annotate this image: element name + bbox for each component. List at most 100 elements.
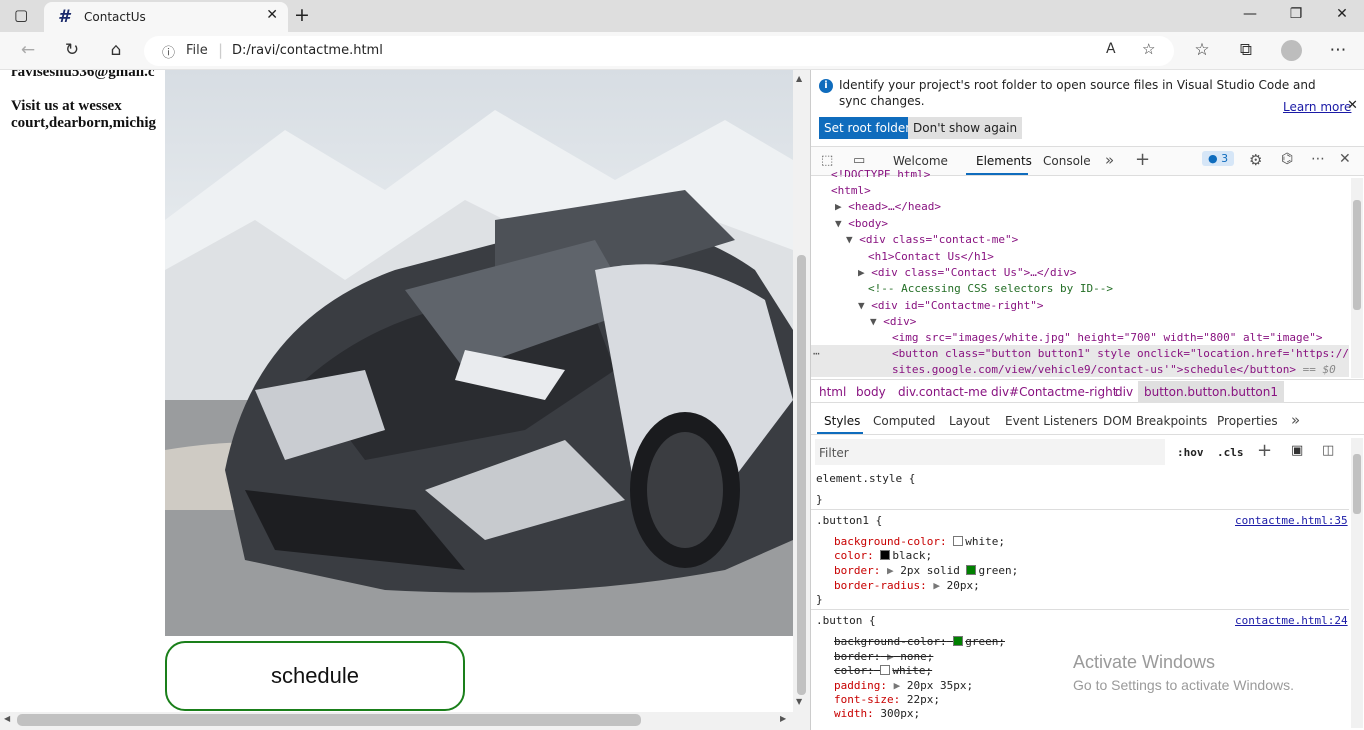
dont-show-again-button[interactable]: Don't show again <box>908 117 1023 139</box>
scroll-up-icon[interactable]: ▲ <box>796 74 802 83</box>
prop-bg-color[interactable]: background-color: white; <box>834 535 1005 548</box>
new-tab-icon[interactable]: + <box>294 4 310 26</box>
crumb-button[interactable]: button.button.button1 <box>1138 381 1285 403</box>
paint-icon[interactable]: ▣ <box>1291 443 1303 458</box>
scroll-right-icon[interactable]: ▶ <box>780 714 786 723</box>
close-tab-icon[interactable]: ✕ <box>266 7 278 23</box>
more-menu-icon[interactable]: ⋯ <box>1323 40 1353 60</box>
address-bar[interactable]: ⓘ File | D:/ravi/contactme.html A ☆ <box>144 36 1174 66</box>
learn-more-link[interactable]: Learn more <box>1283 100 1351 114</box>
dom-line-button-cont[interactable]: sites.google.com/view/vehicle9/contact-u… <box>892 363 1336 376</box>
filter-input[interactable] <box>815 439 1165 465</box>
dom-ellipsis-icon[interactable]: ⋯ <box>813 347 820 360</box>
refresh-icon[interactable]: ↻ <box>57 40 87 60</box>
crumb-html[interactable]: html <box>819 385 846 399</box>
crumb-div-right[interactable]: div#Contactme-right <box>991 385 1117 399</box>
tab-elements[interactable]: Elements <box>976 154 1032 168</box>
rule-button-source[interactable]: contactme.html:24 <box>1235 614 1348 627</box>
subtab-styles[interactable]: Styles <box>824 414 860 428</box>
dom-line-head[interactable]: ▶ <head>…</head> <box>835 200 941 213</box>
dom-line-doctype[interactable]: <!DOCTYPE html> <box>831 168 930 177</box>
dom-line-div-contactus[interactable]: ▶ <div class="Contact Us">…</div> <box>858 266 1077 279</box>
connect-icon[interactable]: ⌬ <box>1281 151 1293 167</box>
prop-bg-green-overridden[interactable]: background-color: green; <box>834 635 1005 648</box>
element-style-selector[interactable]: element.style { <box>816 472 915 485</box>
banner-close-icon[interactable]: ✕ <box>1347 98 1358 113</box>
profile-avatar[interactable] <box>1281 40 1302 61</box>
dom-line-comment[interactable]: <!-- Accessing CSS selectors by ID--> <box>868 282 1113 295</box>
subtab-event-listeners[interactable]: Event Listeners <box>1005 414 1098 428</box>
prop-color[interactable]: color: black; <box>834 549 932 562</box>
dom-line-body[interactable]: ▼ <body> <box>835 217 888 230</box>
white-swatch-2[interactable] <box>880 665 891 675</box>
inspect-element-icon[interactable]: ⬚ <box>821 153 833 168</box>
hov-toggle[interactable]: :hov <box>1177 446 1204 459</box>
prop-color-white-overridden[interactable]: color: white; <box>834 664 932 677</box>
dom-line-div-contact[interactable]: ▼ <div class="contact-me"> <box>846 233 1018 246</box>
tab-welcome[interactable]: Welcome <box>893 154 948 168</box>
read-aloud-icon[interactable]: A <box>1106 41 1116 57</box>
dom-line-h1[interactable]: <h1>Contact Us</h1> <box>868 250 994 263</box>
favorites-icon[interactable]: ☆ <box>1187 40 1217 60</box>
restore-icon[interactable]: ❐ <box>1273 6 1319 22</box>
new-rule-icon[interactable]: + <box>1257 440 1272 461</box>
watermark-title: Activate Windows <box>1073 652 1216 672</box>
page-horizontal-scroll-thumb[interactable] <box>17 714 641 726</box>
prop-border[interactable]: border: ▶ 2px solid green; <box>834 564 1018 577</box>
scroll-left-icon[interactable]: ◀ <box>4 714 10 723</box>
set-root-folder-button[interactable]: Set root folder <box>819 117 916 139</box>
browser-tab[interactable]: # ContactUs ✕ <box>44 2 288 32</box>
prop-font-size[interactable]: font-size: 22px; <box>834 693 940 706</box>
collections-icon[interactable]: ⧉ <box>1231 40 1261 60</box>
info-icon[interactable]: ⓘ <box>162 42 175 61</box>
prop-border-radius[interactable]: border-radius: ▶ 20px; <box>834 579 980 592</box>
dom-line-button[interactable]: <button class="button button1" style onc… <box>892 347 1349 360</box>
subtab-layout[interactable]: Layout <box>949 414 990 428</box>
banner-text-1: Identify your project's root folder to o… <box>839 78 1316 92</box>
dom-line-div[interactable]: ▼ <div> <box>870 315 916 328</box>
issues-badge[interactable]: ● 3 <box>1202 151 1235 166</box>
crumb-body[interactable]: body <box>856 385 886 399</box>
url-text[interactable]: D:/ravi/contactme.html <box>232 43 383 58</box>
rule-button1-selector[interactable]: .button1 { <box>816 514 882 527</box>
more-tabs-icon[interactable]: » <box>1105 151 1114 169</box>
add-tab-icon[interactable]: + <box>1135 149 1150 170</box>
prop-padding[interactable]: padding: ▶ 20px 35px; <box>834 679 973 692</box>
home-icon[interactable]: ⌂ <box>101 40 131 60</box>
prop-border-none-overridden[interactable]: border: ▶ none; <box>834 650 933 663</box>
dom-line-html[interactable]: <html> <box>831 184 871 197</box>
black-swatch[interactable] <box>880 550 891 560</box>
green-swatch[interactable] <box>966 565 977 575</box>
tab-actions-icon[interactable]: ▢ <box>14 6 28 24</box>
subtab-computed[interactable]: Computed <box>873 414 935 428</box>
dom-scroll-thumb[interactable] <box>1353 200 1361 310</box>
device-emulation-icon[interactable]: ▭ <box>853 153 865 168</box>
rule-button-selector[interactable]: .button { <box>816 614 876 627</box>
tab-console[interactable]: Console <box>1043 154 1091 168</box>
subtab-properties[interactable]: Properties <box>1217 414 1278 428</box>
back-icon[interactable]: ← <box>13 40 43 60</box>
devtools-menu-icon[interactable]: ⋯ <box>1311 151 1325 167</box>
crumb-div-contact[interactable]: div.contact-me <box>898 385 987 399</box>
dom-line-div-right[interactable]: ▼ <div id="Contactme-right"> <box>858 299 1043 312</box>
styles-scroll-thumb[interactable] <box>1353 454 1361 514</box>
devtools-panel: i Identify your project's root folder to… <box>810 70 1364 730</box>
cls-toggle[interactable]: .cls <box>1217 446 1244 459</box>
prop-width[interactable]: width: 300px; <box>834 707 920 720</box>
window-close-icon[interactable]: ✕ <box>1319 6 1364 22</box>
white-swatch[interactable] <box>953 536 964 546</box>
devtools-close-icon[interactable]: ✕ <box>1339 151 1351 167</box>
add-favorite-icon[interactable]: ☆ <box>1142 40 1155 58</box>
sidebar-toggle-icon[interactable]: ◫ <box>1322 443 1334 458</box>
schedule-button[interactable]: schedule <box>165 641 465 711</box>
settings-gear-icon[interactable]: ⚙ <box>1249 151 1262 169</box>
more-subtabs-icon[interactable]: » <box>1291 411 1300 429</box>
dom-line-img[interactable]: <img src="images/white.jpg" height="700"… <box>892 331 1322 344</box>
minimize-icon[interactable]: — <box>1227 6 1273 22</box>
green-swatch-2[interactable] <box>953 636 964 646</box>
scroll-down-icon[interactable]: ▼ <box>796 697 802 706</box>
rule-button1-source[interactable]: contactme.html:35 <box>1235 514 1348 527</box>
subtab-dom-breakpoints[interactable]: DOM Breakpoints <box>1103 414 1207 428</box>
page-vertical-scroll-thumb[interactable] <box>797 255 806 695</box>
crumb-div[interactable]: div <box>1115 385 1133 399</box>
